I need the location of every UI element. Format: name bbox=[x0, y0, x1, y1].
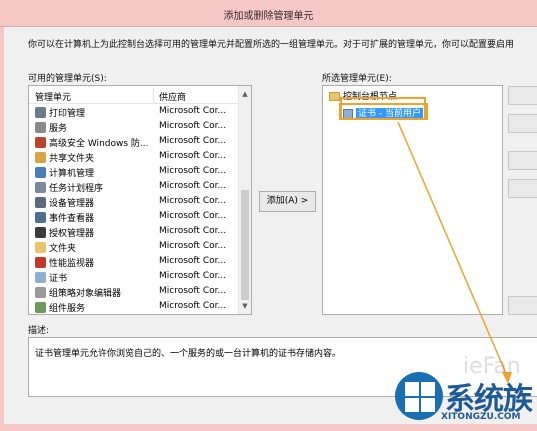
list-item-name: 授权管理器 bbox=[49, 229, 95, 239]
tree-node-certificates-current-user[interactable]: 证书 - 当前用户 bbox=[339, 103, 428, 120]
scroll-thumb[interactable] bbox=[241, 190, 249, 300]
policy-icon bbox=[35, 287, 46, 298]
side-button-3[interactable] bbox=[508, 151, 537, 170]
event-icon bbox=[35, 212, 46, 223]
list-item[interactable]: 证书 Microsoft Cor... bbox=[29, 270, 239, 285]
selected-label: 所选管理单元(E): bbox=[322, 74, 392, 84]
available-label: 可用的管理单元(S): bbox=[28, 74, 107, 84]
title-bar: 添加或删除管理单元 bbox=[0, 0, 537, 27]
list-item[interactable]: 计算机管理 Microsoft Cor... bbox=[29, 165, 239, 180]
gear-icon bbox=[35, 122, 46, 133]
list-item-name: 文件夹 bbox=[49, 244, 77, 254]
list-item-vendor: Microsoft Cor... bbox=[159, 301, 227, 311]
printer-icon bbox=[35, 107, 46, 118]
list-item-vendor: Microsoft Cor... bbox=[159, 136, 227, 146]
list-item-name: 组策略对象编辑器 bbox=[49, 289, 122, 299]
list-item-name: 任务计划程序 bbox=[49, 184, 104, 194]
window-title: 添加或删除管理单元 bbox=[223, 11, 314, 22]
list-item-vendor: Microsoft Cor... bbox=[159, 196, 227, 206]
column-header-vendor[interactable]: 供应商 bbox=[159, 90, 186, 103]
list-item[interactable]: 服务 Microsoft Cor... bbox=[29, 120, 239, 135]
scroll-down-icon[interactable]: ▼ bbox=[239, 300, 251, 312]
folder-icon bbox=[329, 92, 340, 101]
description-text: 证书管理单元允许你浏览自己的、一个服务的或一台计算机的证书存储内容。 bbox=[35, 349, 342, 359]
shared-folder-icon bbox=[35, 152, 46, 163]
list-item-vendor: Microsoft Cor... bbox=[159, 181, 227, 191]
list-item[interactable]: 事件查看器 Microsoft Cor... bbox=[29, 210, 239, 225]
side-button-5[interactable] bbox=[508, 296, 537, 315]
tree-root-label: 控制台根节点 bbox=[343, 92, 398, 102]
description-label: 描述: bbox=[28, 326, 50, 336]
list-item[interactable]: 授权管理器 Microsoft Cor... bbox=[29, 225, 239, 240]
list-item-vendor: Microsoft Cor... bbox=[159, 121, 227, 131]
list-item-vendor: Microsoft Cor... bbox=[159, 226, 227, 236]
scroll-up-icon[interactable]: ▲ bbox=[239, 88, 251, 100]
list-item-name: 证书 bbox=[49, 274, 68, 284]
watermark: ieFan 系统族 XITONGZU.COM bbox=[383, 354, 537, 431]
device-icon bbox=[35, 197, 46, 208]
add-button[interactable]: 添加(A) > bbox=[259, 191, 316, 212]
side-button-4[interactable] bbox=[508, 179, 537, 198]
list-item-name: 计算机管理 bbox=[49, 169, 95, 179]
tree-node-label: 证书 - 当前用户 bbox=[356, 108, 423, 120]
list-item[interactable]: 组策略对象编辑器 Microsoft Cor... bbox=[29, 285, 239, 300]
list-item[interactable]: 打印管理 Microsoft Cor... bbox=[29, 105, 239, 120]
firewall-icon bbox=[35, 137, 46, 148]
intro-text: 你可以在计算机上为此控制台选择可用的管理单元并配置所选的一组管理单元。对于可扩展… bbox=[28, 40, 515, 50]
list-item-name: 打印管理 bbox=[49, 109, 86, 119]
side-button-1[interactable] bbox=[508, 86, 537, 105]
list-item-vendor: Microsoft Cor... bbox=[159, 256, 227, 266]
list-item-vendor: Microsoft Cor... bbox=[159, 151, 227, 161]
component-icon bbox=[35, 302, 46, 313]
list-item[interactable]: 文件夹 Microsoft Cor... bbox=[29, 240, 239, 255]
list-item[interactable]: 设备管理器 Microsoft Cor... bbox=[29, 195, 239, 210]
list-header: 管理单元 供应商 bbox=[29, 86, 239, 104]
list-item-vendor: Microsoft Cor... bbox=[159, 106, 227, 116]
side-button-2[interactable] bbox=[508, 114, 537, 133]
list-item-name: 事件查看器 bbox=[49, 214, 95, 224]
list-item-vendor: Microsoft Cor... bbox=[159, 211, 227, 221]
column-header-name[interactable]: 管理单元 bbox=[35, 90, 71, 103]
list-item-vendor: Microsoft Cor... bbox=[159, 241, 227, 251]
windows-logo-icon bbox=[395, 372, 443, 420]
list-item[interactable]: 任务计划程序 Microsoft Cor... bbox=[29, 180, 239, 195]
performance-icon bbox=[35, 257, 46, 268]
available-snapins-list[interactable]: 管理单元 供应商 打印管理 Microsoft Cor... 服务 Microsoft… bbox=[28, 85, 252, 315]
list-item-name: 共享文件夹 bbox=[49, 154, 95, 164]
list-item-name: 设备管理器 bbox=[49, 199, 95, 209]
list-item-name: 服务 bbox=[49, 124, 68, 134]
watermark-url: XITONGZU.COM bbox=[441, 412, 521, 422]
list-item-name: 高级安全 Windows 防... bbox=[49, 139, 149, 149]
list-item[interactable]: 性能监视器 Microsoft Cor... bbox=[29, 255, 239, 270]
computer-icon bbox=[35, 167, 46, 178]
column-separator bbox=[153, 88, 154, 102]
certificate-icon bbox=[343, 108, 353, 119]
list-item[interactable]: 高级安全 Windows 防... Microsoft Cor... bbox=[29, 135, 239, 150]
list-item-vendor: Microsoft Cor... bbox=[159, 166, 227, 176]
folder-icon bbox=[35, 242, 46, 253]
list-item[interactable]: 共享文件夹 Microsoft Cor... bbox=[29, 150, 239, 165]
list-item-vendor: Microsoft Cor... bbox=[159, 271, 227, 281]
tree-root-node[interactable]: 控制台根节点 bbox=[329, 89, 397, 102]
authorization-icon bbox=[35, 227, 46, 238]
list-item-vendor: Microsoft Cor... bbox=[159, 286, 227, 296]
certificate-icon bbox=[35, 272, 46, 283]
selected-snapins-tree[interactable]: 控制台根节点 证书 - 当前用户 bbox=[322, 85, 503, 315]
clock-icon bbox=[35, 182, 46, 193]
list-scrollbar[interactable]: ▲ ▼ bbox=[238, 86, 251, 314]
list-item-name: 组件服务 bbox=[49, 304, 86, 314]
list-item-name: 性能监视器 bbox=[49, 259, 95, 269]
list-item[interactable]: 组件服务 Microsoft Cor... bbox=[29, 300, 239, 314]
